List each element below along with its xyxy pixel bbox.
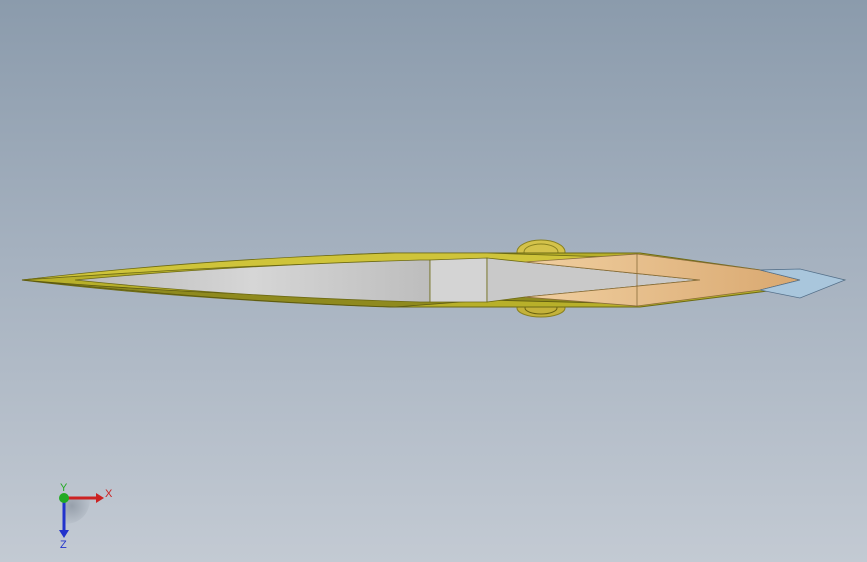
z-axis-label: Z [60,539,67,550]
x-axis-label: X [105,488,113,500]
y-axis-dot [59,493,69,503]
y-axis-label: Y [60,482,68,494]
x-axis-arrow [96,493,104,503]
blade-model[interactable] [0,0,867,562]
blade-face-center [429,257,488,303]
axis-triad: X Y Z [59,482,113,550]
graphics-viewport[interactable]: X Y Z [0,0,867,562]
z-axis-arrow [59,530,69,538]
